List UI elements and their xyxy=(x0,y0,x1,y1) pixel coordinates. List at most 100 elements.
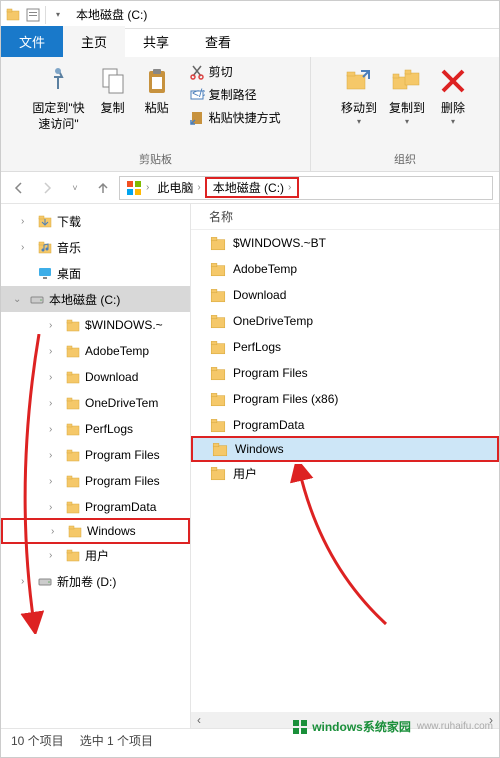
tree-item[interactable]: › Windows xyxy=(1,518,190,544)
expand-icon[interactable]: › xyxy=(49,450,61,461)
expand-icon[interactable]: › xyxy=(49,372,61,383)
tree-item[interactable]: › Program Files xyxy=(1,468,190,494)
list-item[interactable]: ProgramData xyxy=(191,412,499,438)
tree-item-desktop[interactable]: 桌面 xyxy=(1,260,190,286)
move-to-button[interactable]: 移动到 ▾ xyxy=(335,61,383,131)
header-label: 名称 xyxy=(209,208,233,225)
music-icon xyxy=(37,239,53,255)
expand-icon[interactable]: › xyxy=(49,476,61,487)
downloads-icon xyxy=(37,213,53,229)
copy-to-button[interactable]: 复制到 ▾ xyxy=(383,61,431,131)
item-name: Windows xyxy=(235,442,284,456)
pin-to-quick-access-button[interactable]: 固定到"快 速访问" xyxy=(26,61,90,136)
tree-label: $WINDOWS.~ xyxy=(85,318,163,332)
tree-item-drive-c[interactable]: ⌄ 本地磁盘 (C:) xyxy=(1,286,190,312)
paste-shortcut-button[interactable]: 粘贴快捷方式 xyxy=(185,107,285,128)
list-item[interactable]: OneDriveTemp xyxy=(191,308,499,334)
tab-view[interactable]: 查看 xyxy=(187,26,249,57)
tree-item[interactable]: › Download xyxy=(1,364,190,390)
expand-icon[interactable]: › xyxy=(49,424,61,435)
expand-icon[interactable]: › xyxy=(49,398,61,409)
tree-label: 音乐 xyxy=(57,239,81,256)
tab-file[interactable]: 文件 xyxy=(1,26,63,57)
recent-dropdown[interactable]: ˅ xyxy=(63,176,87,200)
delete-button[interactable]: 删除 ▾ xyxy=(431,61,475,131)
crumb-root[interactable]: › xyxy=(122,180,153,196)
item-name: Program Files xyxy=(233,366,308,380)
copy-path-icon: </> xyxy=(189,87,205,103)
tree-item-drive-d[interactable]: › 新加卷 (D:) xyxy=(1,568,190,594)
tree-label: ProgramData xyxy=(85,500,156,514)
tree-label: Download xyxy=(85,370,138,384)
item-name: ProgramData xyxy=(233,418,304,432)
forward-button[interactable] xyxy=(35,176,59,200)
paste-shortcut-icon xyxy=(189,110,205,126)
address-bar: ˅ › 此电脑 › 本地磁盘 (C:) › xyxy=(1,172,499,204)
cut-button[interactable]: 剪切 xyxy=(185,61,285,82)
list-item[interactable]: 用户 xyxy=(191,460,499,486)
tree-item[interactable]: ›PerfLogs xyxy=(1,416,190,442)
up-button[interactable] xyxy=(91,176,115,200)
tab-share[interactable]: 共享 xyxy=(125,26,187,57)
expand-icon[interactable]: › xyxy=(21,216,33,227)
crumb-drive-c[interactable]: 本地磁盘 (C:) › xyxy=(205,177,300,198)
list-item[interactable]: Download xyxy=(191,282,499,308)
tree-label: Program Files xyxy=(85,474,160,488)
folder-icon xyxy=(65,473,81,489)
expand-icon[interactable]: › xyxy=(21,576,33,587)
move-to-icon xyxy=(343,65,375,97)
tree-item-downloads[interactable]: › 下载 xyxy=(1,208,190,234)
crumb-this-pc[interactable]: 此电脑 › xyxy=(153,179,204,196)
tree-item-music[interactable]: › 音乐 xyxy=(1,234,190,260)
delete-icon xyxy=(437,65,469,97)
scroll-left-icon[interactable]: ‹ xyxy=(191,712,207,728)
list-item[interactable]: PerfLogs xyxy=(191,334,499,360)
expand-icon[interactable]: › xyxy=(49,550,61,561)
folder-icon xyxy=(209,312,227,330)
qat-dropdown-icon[interactable]: ▾ xyxy=(50,7,66,23)
move-to-label: 移动到 xyxy=(341,101,377,117)
watermark-url: www.ruhaifu.com xyxy=(417,721,493,732)
tree-label: Windows xyxy=(87,524,136,538)
item-name: OneDriveTemp xyxy=(233,314,313,328)
qat-properties-icon[interactable] xyxy=(25,7,41,23)
copy-path-button[interactable]: </> 复制路径 xyxy=(185,84,285,105)
expand-icon[interactable]: › xyxy=(49,320,61,331)
list-item[interactable]: Program Files xyxy=(191,360,499,386)
tree-item[interactable]: › ProgramData xyxy=(1,494,190,520)
list-item[interactable]: Windows xyxy=(191,436,499,462)
folder-icon xyxy=(65,547,81,563)
column-header-name[interactable]: 名称 xyxy=(191,204,499,230)
list-item[interactable]: Program Files (x86) xyxy=(191,386,499,412)
tree-item[interactable]: › 用户 xyxy=(1,542,190,568)
system-menu-icon[interactable] xyxy=(5,7,21,23)
folder-icon xyxy=(65,421,81,437)
paste-button[interactable]: 粘贴 xyxy=(135,61,179,136)
expand-icon[interactable]: › xyxy=(49,502,61,513)
tree-item[interactable]: ›AdobeTemp xyxy=(1,338,190,364)
tab-home[interactable]: 主页 xyxy=(63,26,125,57)
item-count: 10 个项目 xyxy=(11,732,64,749)
paste-icon xyxy=(141,65,173,97)
back-button[interactable] xyxy=(7,176,31,200)
expand-icon[interactable]: › xyxy=(51,526,63,537)
folder-icon xyxy=(209,338,227,356)
folder-icon xyxy=(209,416,227,434)
copy-path-label: 复制路径 xyxy=(209,86,257,103)
copy-icon xyxy=(97,65,129,97)
tree-item[interactable]: ›OneDriveTem xyxy=(1,390,190,416)
tree-item[interactable]: › $WINDOWS.~ xyxy=(1,312,190,338)
breadcrumb-bar[interactable]: › 此电脑 › 本地磁盘 (C:) › xyxy=(119,176,493,200)
tree-item[interactable]: ›Program Files xyxy=(1,442,190,468)
folder-icon xyxy=(209,234,227,252)
copy-button[interactable]: 复制 xyxy=(91,61,135,136)
collapse-icon[interactable]: ⌄ xyxy=(13,294,25,305)
tree-label: 用户 xyxy=(85,547,109,564)
list-item[interactable]: $WINDOWS.~BT xyxy=(191,230,499,256)
window-title: 本地磁盘 (C:) xyxy=(76,6,147,23)
folder-icon xyxy=(65,343,81,359)
expand-icon[interactable]: › xyxy=(21,242,33,253)
file-list: 名称 $WINDOWS.~BTAdobeTempDownload OneDrive… xyxy=(191,204,499,728)
list-item[interactable]: AdobeTemp xyxy=(191,256,499,282)
expand-icon[interactable]: › xyxy=(49,346,61,357)
